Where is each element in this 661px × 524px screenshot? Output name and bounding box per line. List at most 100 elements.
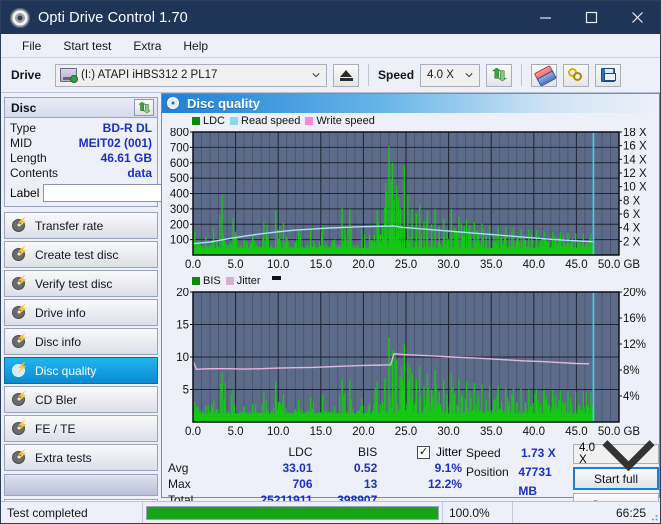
status-bar: Test completed 100.0% 66:25 [1,501,660,523]
disc-length-value: 46.61 GB [101,151,152,166]
svg-text:800: 800 [170,128,189,139]
disc-row-type: Type BD-R DL [10,121,152,136]
svg-text:8 X: 8 X [623,195,641,207]
disc-panel-header: Disc [5,98,157,118]
title-bar: Opti Drive Control 1.70 [1,1,660,34]
close-icon[interactable] [614,1,660,34]
sidebar-item-disc-quality[interactable]: ⚡ Disc quality [4,357,158,384]
svg-text:10 X: 10 X [623,182,647,194]
speed-select-value: 4.0 X [427,69,454,81]
disc-row-length: Length 46.61 GB [10,151,152,166]
link-icon [568,68,584,82]
bitsetting-button[interactable] [563,64,589,87]
menu-extra[interactable]: Extra [122,36,172,56]
jitter-checkbox[interactable]: ✓ [417,446,430,459]
app-disc-icon [10,8,30,28]
stats-col-ldc: LDC [218,444,313,460]
sidebar-item-cd-bler[interactable]: ⚡ CD Bler [4,386,158,413]
window-title: Opti Drive Control 1.70 [38,10,188,26]
refresh-icon [138,102,151,114]
progress-fill [147,507,438,519]
disc-test-icon: ⚡ [11,247,27,263]
toolbar-divider-1 [368,64,369,86]
erase-button[interactable] [531,64,557,87]
disc-test-icon: ⚡ [11,392,27,408]
disc-panel-title: Disc [8,101,36,115]
sidebar-item-verify-test-disc[interactable]: ⚡ Verify test disc [4,270,158,297]
progress-track [146,506,439,520]
menu-file[interactable]: File [11,36,52,56]
disc-test-icon: ⚡ [11,450,27,466]
stats-col-bis: BIS [313,444,378,460]
svg-text:700: 700 [170,142,189,154]
run-speed-value: 1.73 X [521,444,556,463]
ldc-chart-legend: LDC Read speed Write speed [162,113,659,128]
legend-ldc: LDC [192,115,225,127]
floppy-save-icon [601,68,615,82]
svg-text:40.0: 40.0 [523,426,545,438]
disc-type-value: BD-R DL [103,121,152,136]
main-body: Disc Type BD-R DL MID M [1,93,660,500]
svg-text:4 X: 4 X [623,223,641,235]
status-message: Test completed [1,502,143,524]
disc-label-row: Label [10,183,152,202]
drive-icon [60,68,77,82]
drive-select[interactable]: (I:) ATAPI iHBS312 2 PL17 [55,64,327,87]
svg-text:20.0: 20.0 [352,426,374,438]
disc-test-icon: ⚡ [11,421,27,437]
disc-info-panel: Disc Type BD-R DL MID M [4,97,158,207]
sidebar-label: Extra tests [35,451,92,465]
svg-text:20: 20 [176,288,189,299]
svg-text:14 X: 14 X [623,154,647,166]
run-speed-row: Speed 1.73 X [466,444,571,463]
sidebar-item-drive-info[interactable]: ⚡ Drive info [4,299,158,326]
sidebar-label: Disc quality [35,364,96,378]
panel-header: Disc quality [162,94,659,113]
progress-bar [143,502,443,524]
disc-quality-panel: Disc quality LDC Read speed Write speed [161,93,660,498]
svg-text:100: 100 [170,235,189,247]
refresh-button[interactable] [486,64,512,87]
test-speed-value: 4.0 X [579,442,599,466]
stats-max-jitter: 12.2% [377,476,462,492]
drive-toolbar: Drive (I:) ATAPI iHBS312 2 PL17 Speed 4.… [1,58,660,93]
svg-text:5.0: 5.0 [228,426,244,438]
legend-label-read-speed: Read speed [241,115,300,127]
sidebar-label: Verify test disc [35,277,112,291]
save-button[interactable] [595,64,621,87]
svg-text:10: 10 [176,352,189,364]
test-speed-select[interactable]: 4.0 X [573,444,659,464]
disc-test-icon: ⚡ [11,305,27,321]
stats-max-ldc: 706 [218,476,313,492]
eject-button[interactable] [333,64,359,87]
disc-row-mid: MID MEIT02 (001) [10,136,152,151]
maximize-icon[interactable] [568,1,614,34]
disc-mid-label: MID [10,136,32,151]
svg-text:35.0: 35.0 [480,259,502,271]
menu-start-test[interactable]: Start test [52,36,122,56]
speed-select[interactable]: 4.0 X [420,64,480,87]
sidebar-label: CD Bler [35,393,77,407]
legend-label-ldc: LDC [203,115,225,127]
svg-text:30.0: 30.0 [437,426,459,438]
menu-help[interactable]: Help [172,36,219,56]
sidebar-item-disc-info[interactable]: ⚡ Disc info [4,328,158,355]
window-controls [522,1,660,34]
svg-text:300: 300 [170,204,189,216]
sidebar-label: Create test disc [35,248,118,262]
disc-mid-value: MEIT02 (001) [79,136,152,151]
sidebar-item-extra-tests[interactable]: ⚡ Extra tests [4,444,158,471]
sidebar-item-fe-te[interactable]: ⚡ FE / TE [4,415,158,442]
sidebar-item-transfer-rate[interactable]: ⚡ Transfer rate [4,212,158,239]
svg-text:16 X: 16 X [623,141,647,153]
minimize-icon[interactable] [522,1,568,34]
sidebar-spacer [4,474,158,496]
disc-label-label: Label [10,186,39,200]
stats-corner [168,444,218,460]
sidebar-label: FE / TE [35,422,75,436]
speed-label: Speed [378,68,414,82]
stats-row-avg: Avg 33.01 0.52 9.1% [168,460,462,476]
disc-refresh-button[interactable] [134,99,154,116]
resize-grip-icon[interactable] [648,511,658,521]
sidebar-item-create-test-disc[interactable]: ⚡ Create test disc [4,241,158,268]
